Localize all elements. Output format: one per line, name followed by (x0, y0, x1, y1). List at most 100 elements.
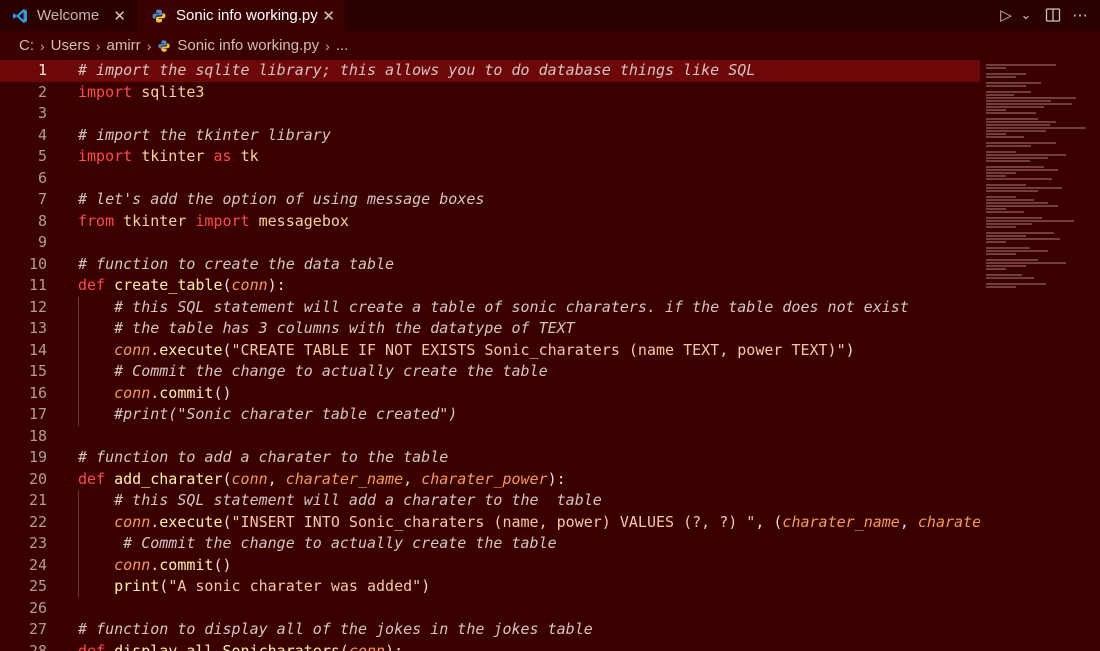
code-text: #print("Sonic charater table created") (114, 405, 458, 423)
minimap-line (986, 82, 1041, 84)
line-number: 17 (28, 405, 47, 423)
code-text: conn.commit() (114, 555, 232, 574)
minimap-line (986, 208, 1006, 210)
code-line[interactable]: 28 def display_all_Sonicharaters(conn): (0, 641, 980, 651)
code-line[interactable]: 19 # function to add a charater to the ta… (0, 447, 980, 469)
tab-label: Welcome (37, 7, 100, 24)
indent-guide (78, 296, 79, 426)
code-line[interactable]: 1 # import the sqlite library; this allow… (0, 60, 980, 82)
chevron-right-icon: › (40, 37, 45, 54)
code-text: from tkinter import messagebox (78, 211, 349, 230)
line-number: 21 (28, 491, 47, 509)
code-line[interactable]: 9 (0, 232, 980, 254)
code-line[interactable]: 11 def create_table(conn): (0, 275, 980, 297)
code-text: def display_all_Sonicharaters(conn): (78, 641, 404, 651)
code-text: def add_charater(conn, charater_name, ch… (78, 469, 566, 488)
code-line[interactable]: 17 #print("Sonic charater table created"… (0, 404, 980, 426)
more-actions-icon[interactable]: ⋯ (1070, 5, 1090, 25)
code-text: # import the tkinter library (78, 125, 331, 144)
chevron-down-icon[interactable]: ⌄ (1016, 5, 1036, 25)
code-line[interactable]: 10 # function to create the data table (0, 254, 980, 276)
code-line[interactable]: 8 from tkinter import messagebox (0, 211, 980, 233)
line-number: 19 (28, 448, 47, 466)
line-number: 8 (37, 211, 47, 230)
minimap-line (986, 196, 1016, 198)
line-number: 11 (28, 276, 47, 294)
line-number: 14 (28, 340, 47, 359)
code-line[interactable]: 5 import tkinter as tk (0, 146, 980, 168)
code-text: # Commit the change to actually create t… (114, 362, 548, 380)
run-icon[interactable]: ▷ (996, 5, 1016, 25)
minimap-line (986, 199, 1034, 201)
code-line[interactable]: 20 def add_charater(conn, charater_name, … (0, 469, 980, 491)
code-line[interactable]: 14 conn.execute("CREATE TABLE IF NOT EXI… (0, 340, 980, 362)
code-line[interactable]: 12 # this SQL statement will create a ta… (0, 297, 980, 319)
code-text: # this SQL statement will create a table… (114, 297, 909, 316)
line-number: 27 (28, 620, 47, 638)
code-line[interactable]: 13 # the table has 3 columns with the da… (0, 318, 980, 340)
minimap-line (986, 85, 1026, 87)
close-icon[interactable]: ✕ (322, 7, 335, 25)
code-line[interactable]: 21 # this SQL statement will add a chara… (0, 490, 980, 512)
line-number: 24 (28, 555, 47, 574)
code-line[interactable]: 2 import sqlite3 (0, 82, 980, 104)
minimap-line (986, 235, 1026, 237)
code-line[interactable]: 23 # Commit the change to actually creat… (0, 533, 980, 555)
code-line[interactable]: 24 conn.commit() (0, 555, 980, 577)
minimap-line (986, 190, 1038, 192)
line-number: 10 (28, 254, 47, 273)
tab-welcome[interactable]: Welcome ✕ (0, 0, 136, 31)
breadcrumb-item-users[interactable]: Users (51, 37, 90, 54)
minimap-line (986, 109, 1006, 111)
code-line[interactable]: 22 conn.execute("INSERT INTO Sonic_chara… (0, 512, 980, 534)
code-line[interactable]: 6 (0, 168, 980, 190)
minimap[interactable] (980, 60, 1100, 651)
code-line[interactable]: 16 conn.commit() (0, 383, 980, 405)
minimap-line (986, 100, 1051, 102)
minimap-line (986, 265, 1026, 267)
code-line[interactable]: 4 # import the tkinter library (0, 125, 980, 147)
minimap-line (986, 205, 1058, 207)
code-line[interactable]: 26 (0, 598, 980, 620)
minimap-line (986, 178, 1052, 180)
minimap-line (986, 211, 1024, 213)
minimap-line (986, 175, 1006, 177)
breadcrumb-item-file[interactable]: Sonic info working.py (177, 37, 319, 54)
breadcrumb-item-drive[interactable]: C: (19, 37, 34, 54)
minimap-line (986, 232, 1054, 234)
minimap-line (986, 91, 1031, 93)
minimap-line (986, 136, 1024, 138)
close-icon[interactable]: ✕ (113, 7, 126, 25)
minimap-line (986, 202, 1048, 204)
minimap-line (986, 220, 1074, 222)
minimap-line (986, 94, 1014, 96)
minimap-line (986, 133, 1006, 135)
code-line[interactable]: 15 # Commit the change to actually creat… (0, 361, 980, 383)
code-text: # function to display all of the jokes i… (78, 620, 593, 638)
split-editor-icon[interactable] (1043, 5, 1063, 25)
minimap-line (986, 151, 1016, 153)
python-icon (151, 8, 167, 24)
line-number: 26 (28, 598, 47, 617)
tab-sonic-info-working[interactable]: Sonic info working.py ✕ (137, 0, 345, 31)
minimap-line (986, 259, 1038, 261)
code-line[interactable]: 18 (0, 426, 980, 448)
minimap-line (986, 250, 1048, 252)
breadcrumb-item-amirr[interactable]: amirr (107, 37, 141, 54)
code-line[interactable]: 25 print("A sonic charater was added") (0, 576, 980, 598)
code-line[interactable]: 3 (0, 103, 980, 125)
code-line[interactable]: 27 # function to display all of the jokes… (0, 619, 980, 641)
minimap-line (986, 67, 1006, 69)
code-text: # import the sqlite library; this allows… (78, 61, 756, 79)
minimap-line (986, 223, 1032, 225)
minimap-line (986, 184, 1026, 186)
minimap-line (986, 166, 1044, 168)
code-line[interactable]: 7 # let's add the option of using message… (0, 189, 980, 211)
line-number: 6 (37, 168, 47, 187)
minimap-line (986, 154, 1066, 156)
minimap-line (986, 127, 1086, 129)
line-number: 16 (28, 383, 47, 402)
breadcrumb-item-symbols[interactable]: ... (336, 37, 349, 54)
minimap-line (986, 157, 1048, 159)
code-editor[interactable]: 1 # import the sqlite library; this allow… (0, 60, 980, 651)
